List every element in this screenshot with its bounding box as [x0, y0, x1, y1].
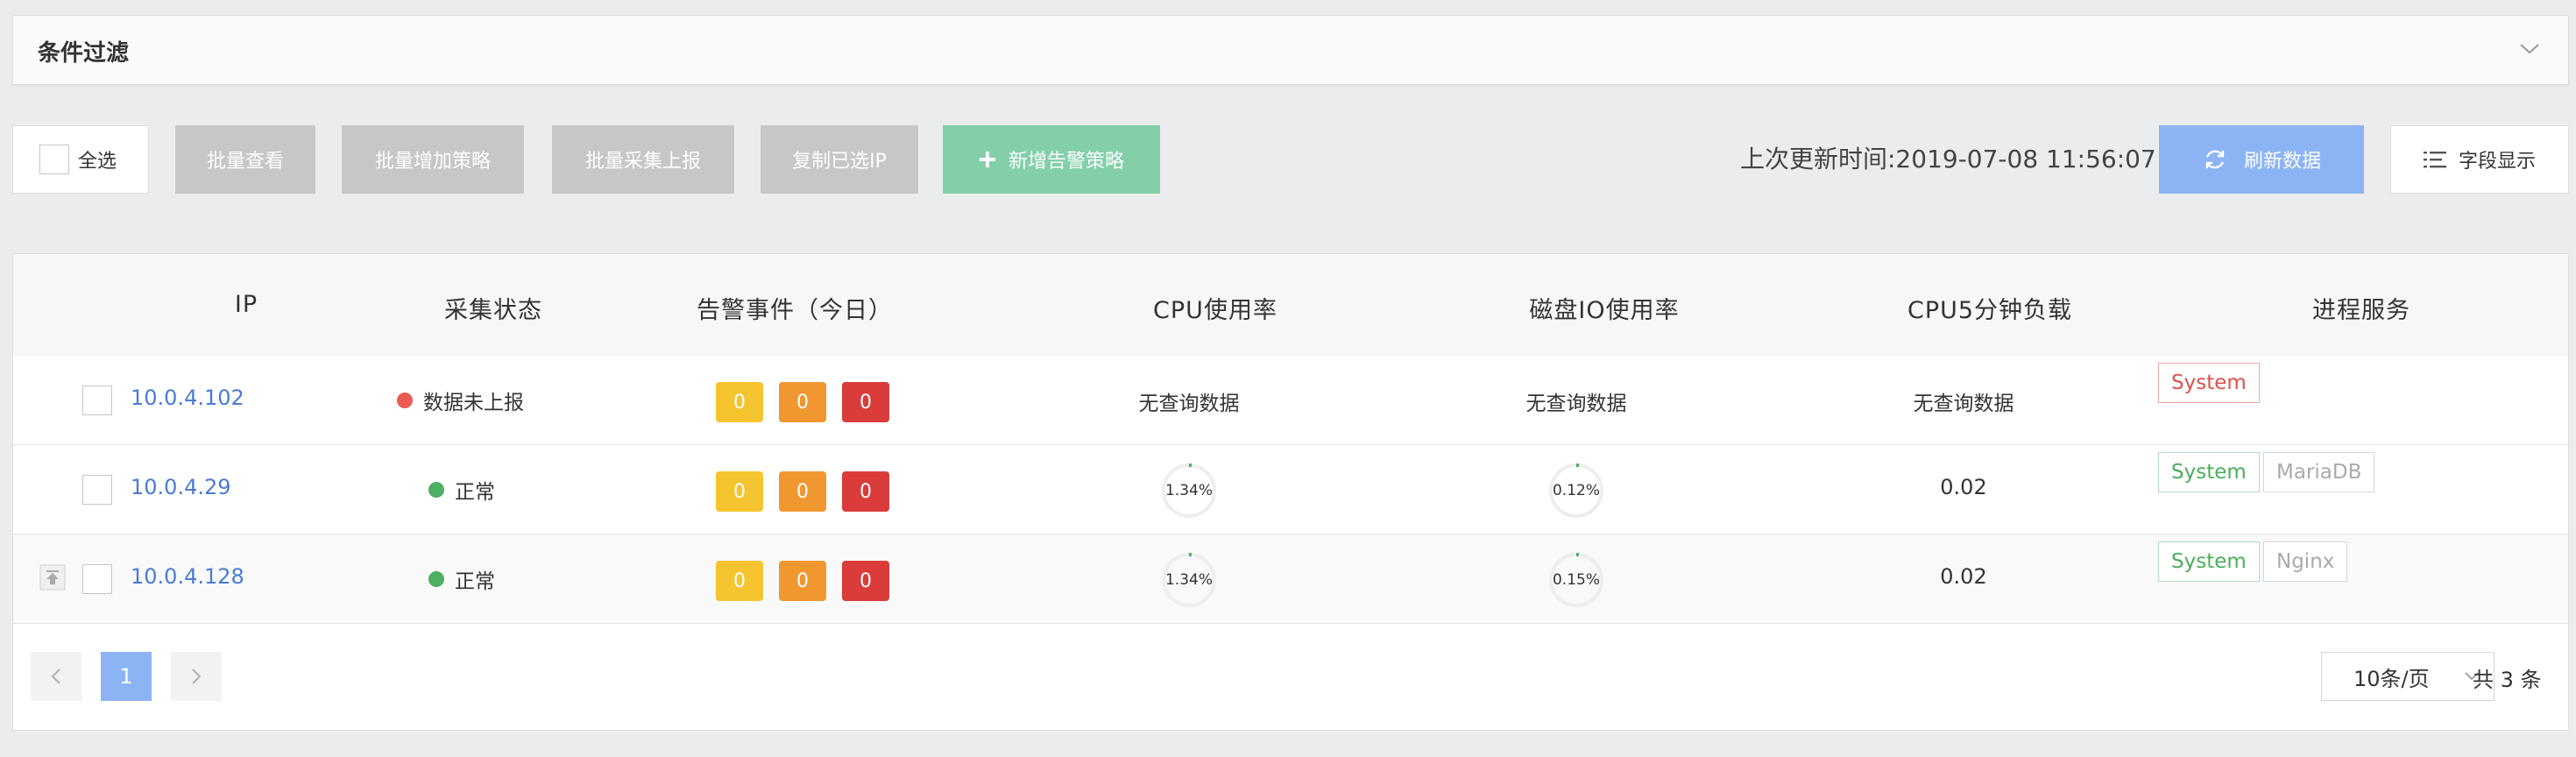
cpu-load: 0.02 — [1940, 475, 1987, 499]
plus-icon — [979, 152, 995, 167]
next-page-button[interactable] — [171, 652, 222, 701]
alert-badge-yellow[interactable]: 0 — [716, 561, 763, 601]
add-alert-policy-label: 新增告警策略 — [1008, 151, 1124, 173]
service-tag-system[interactable]: System — [2158, 452, 2260, 492]
ip-link[interactable]: 10.0.4.128 — [131, 564, 244, 589]
status-text: 正常 — [455, 481, 495, 504]
total-count: 共 3 条 — [2473, 668, 2542, 692]
alert-badge-orange[interactable]: 0 — [779, 471, 826, 512]
pagination: 1 10条/页 — [13, 624, 2568, 731]
disk-io-usage: 0.12% — [1552, 482, 1600, 499]
alert-badge-orange[interactable]: 0 — [779, 561, 826, 601]
cpu-gauge: 1.34% — [1160, 551, 1218, 609]
cpu-load: 0.02 — [1940, 564, 1987, 589]
service-tag-system[interactable]: System — [2158, 363, 2260, 403]
status-dot — [428, 571, 444, 587]
copy-ip-button[interactable]: 复制已选IP — [761, 125, 918, 194]
table-row[interactable]: 10.0.4.29 正常 0 0 0 1.34% 0.12% 0.02 Syst… — [13, 445, 2568, 534]
page-size-value: 10条/页 — [2353, 666, 2430, 691]
cpu-usage: 无查询数据 — [1138, 393, 1240, 415]
chevron-left-icon — [51, 669, 60, 684]
status-cell: 正常 — [428, 475, 495, 505]
header-status: 采集状态 — [444, 297, 542, 324]
cpu-load: 无查询数据 — [1913, 393, 2014, 415]
alert-badge-orange[interactable]: 0 — [779, 382, 826, 422]
last-update-time: 上次更新时间:2019-07-08 11:56:07 — [1740, 145, 2156, 173]
field-display-label: 字段显示 — [2458, 151, 2536, 173]
batch-collect-button[interactable]: 批量采集上报 — [552, 125, 734, 194]
select-all-checkbox[interactable] — [39, 145, 69, 174]
row-checkbox[interactable] — [82, 475, 112, 505]
filter-title: 条件过滤 — [38, 40, 130, 67]
table-row[interactable]: 10.0.4.102 数据未上报 0 0 0 无查询数据 无查询数据 无查询数据… — [13, 356, 2568, 445]
add-alert-policy-button[interactable]: 新增告警策略 — [943, 125, 1160, 194]
cpu-usage: 1.34% — [1164, 482, 1213, 499]
refresh-label: 刷新数据 — [2243, 151, 2321, 173]
ip-link[interactable]: 10.0.4.102 — [131, 386, 244, 410]
alert-badge-yellow[interactable]: 0 — [716, 471, 763, 512]
status-text: 正常 — [455, 570, 495, 593]
filter-panel[interactable]: 条件过滤 — [12, 15, 2569, 85]
alert-badge-yellow[interactable]: 0 — [716, 382, 763, 422]
header-cpu: CPU使用率 — [1153, 297, 1277, 324]
refresh-button[interactable]: 刷新数据 — [2159, 125, 2364, 194]
status-dot — [428, 482, 444, 498]
disk-io-usage: 无查询数据 — [1525, 393, 1627, 415]
row-checkbox[interactable] — [82, 386, 112, 415]
cpu-gauge: 1.34% — [1160, 462, 1218, 520]
chevron-right-icon — [192, 669, 202, 684]
select-all-button[interactable]: 全选 — [12, 125, 149, 194]
alert-badge-red[interactable]: 0 — [842, 471, 889, 512]
refresh-icon — [2205, 150, 2225, 169]
disk-io-gauge: 0.12% — [1547, 462, 1605, 520]
pin-top-icon[interactable] — [39, 564, 66, 591]
disk-io-usage: 0.15% — [1552, 571, 1600, 589]
service-tag-mariadb[interactable]: MariaDB — [2263, 452, 2375, 492]
status-text: 数据未上报 — [423, 392, 524, 414]
service-tag-nginx[interactable]: Nginx — [2263, 541, 2348, 582]
page-1-button[interactable]: 1 — [101, 652, 152, 701]
ip-link[interactable]: 10.0.4.29 — [131, 475, 231, 499]
alert-badge-red[interactable]: 0 — [842, 561, 889, 601]
alert-badge-red[interactable]: 0 — [842, 382, 889, 422]
batch-view-button[interactable]: 批量查看 — [175, 125, 315, 194]
prev-page-button[interactable] — [31, 652, 81, 701]
header-disk: 磁盘IO使用率 — [1529, 297, 1680, 324]
status-cell: 正常 — [428, 564, 495, 594]
cpu-usage: 1.34% — [1164, 571, 1213, 589]
host-table: IP 采集状态 告警事件（今日） CPU使用率 磁盘IO使用率 CPU5分钟负载… — [12, 253, 2569, 731]
field-display-button[interactable]: 字段显示 — [2390, 125, 2569, 194]
batch-add-policy-button[interactable]: 批量增加策略 — [342, 125, 524, 194]
disk-io-gauge: 0.15% — [1547, 551, 1605, 609]
row-checkbox[interactable] — [82, 564, 112, 594]
status-dot — [397, 393, 413, 408]
select-all-label: 全选 — [78, 151, 117, 173]
header-process: 进程服务 — [2312, 297, 2410, 324]
page-size-select[interactable]: 10条/页 — [2321, 652, 2495, 701]
status-cell: 数据未上报 — [397, 386, 524, 415]
header-load: CPU5分钟负载 — [1907, 297, 2073, 324]
service-tag-system[interactable]: System — [2158, 541, 2260, 582]
table-row[interactable]: 10.0.4.128 正常 0 0 0 1.34% 0.15% 0.02 Sys… — [13, 534, 2568, 624]
list-settings-icon — [2423, 152, 2446, 168]
header-alerts: 告警事件（今日） — [697, 297, 893, 324]
header-ip: IP — [234, 291, 258, 318]
table-header: IP 采集状态 告警事件（今日） CPU使用率 磁盘IO使用率 CPU5分钟负载… — [13, 254, 2568, 356]
chevron-down-icon[interactable] — [2516, 35, 2544, 63]
